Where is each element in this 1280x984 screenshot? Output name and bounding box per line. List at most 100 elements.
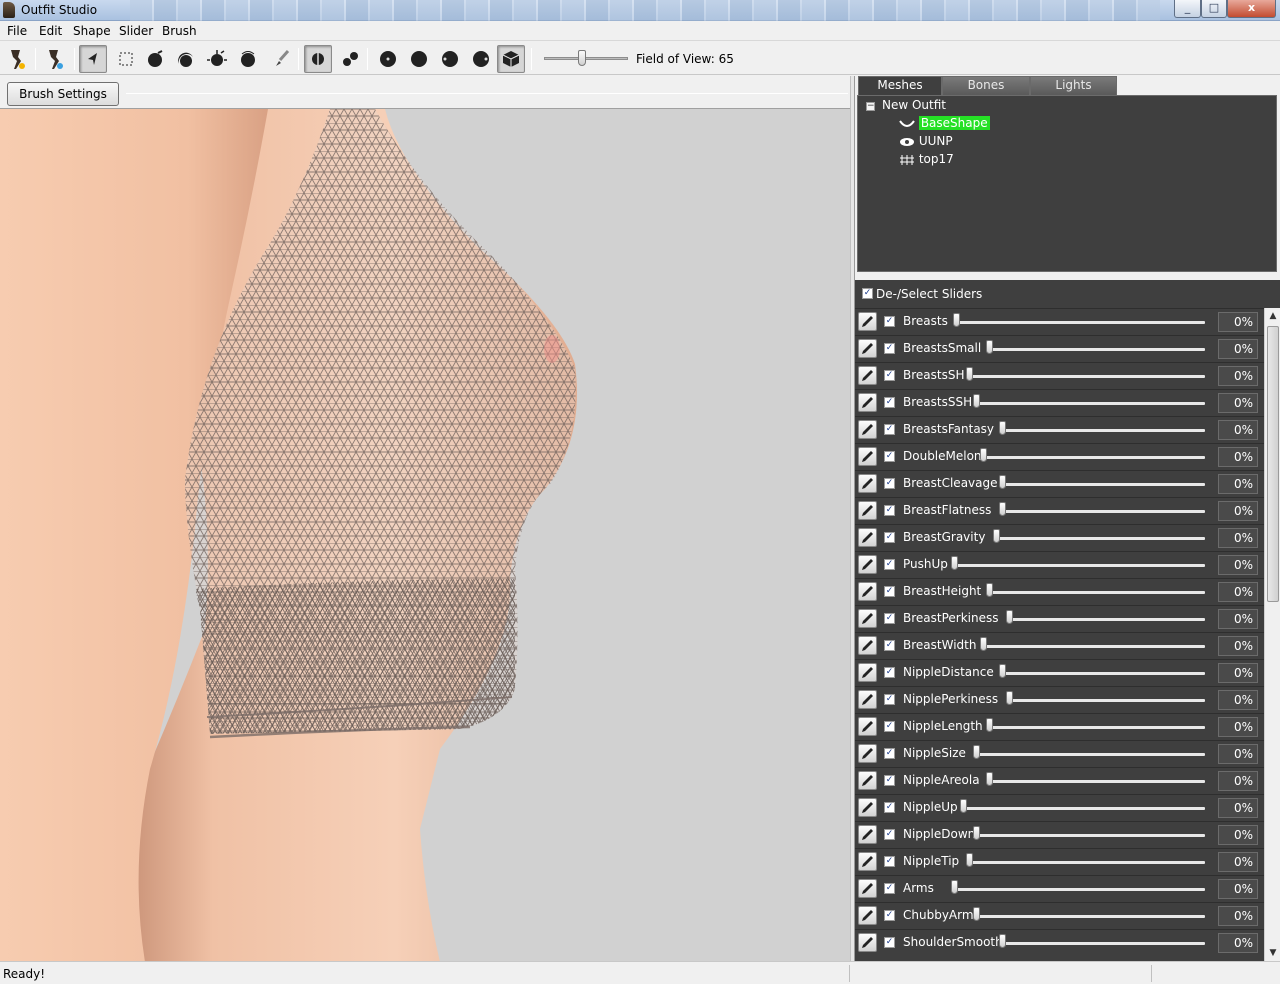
slider-checkbox[interactable]: ✓: [884, 775, 895, 786]
edit-slider-button[interactable]: [858, 825, 877, 844]
slider-checkbox[interactable]: ✓: [884, 586, 895, 597]
slider-thumb[interactable]: [959, 799, 967, 813]
tree-root[interactable]: New Outfit: [882, 98, 946, 112]
mask-tool[interactable]: [112, 45, 140, 73]
slider-track[interactable]: [959, 807, 1205, 810]
select-tool[interactable]: [79, 45, 107, 73]
menu-shape[interactable]: Shape: [73, 24, 111, 38]
scroll-down-icon[interactable]: ▼: [1265, 945, 1280, 961]
select-all-checkbox[interactable]: ✓: [862, 288, 873, 299]
slider-thumb[interactable]: [951, 556, 958, 570]
edit-slider-button[interactable]: [858, 420, 877, 439]
edit-slider-button[interactable]: [858, 474, 877, 493]
mesh-item-baseshape[interactable]: BaseShape: [899, 116, 990, 130]
slider-thumb[interactable]: [999, 421, 1007, 435]
slider-track[interactable]: [951, 888, 1205, 891]
deflate-tool[interactable]: [172, 45, 200, 73]
slider-value-input[interactable]: 0%: [1218, 771, 1258, 791]
slider-checkbox[interactable]: ✓: [884, 505, 895, 516]
slider-value-input[interactable]: 0%: [1218, 501, 1258, 521]
slider-checkbox[interactable]: ✓: [884, 721, 895, 732]
slider-value-input[interactable]: 0%: [1218, 528, 1258, 548]
scrollbar-thumb[interactable]: [1267, 326, 1279, 602]
slider-track[interactable]: [999, 483, 1205, 486]
slider-value-input[interactable]: 0%: [1218, 339, 1258, 359]
edit-slider-button[interactable]: [858, 609, 877, 628]
slider-checkbox[interactable]: ✓: [884, 451, 895, 462]
view-right-tool[interactable]: [467, 45, 495, 73]
slider-checkbox[interactable]: ✓: [884, 559, 895, 570]
minimize-button[interactable]: _: [1174, 0, 1201, 18]
edit-slider-button[interactable]: [858, 933, 877, 952]
view-front-tool[interactable]: [374, 45, 402, 73]
inflate-tool[interactable]: [141, 45, 169, 73]
edit-slider-button[interactable]: [858, 798, 877, 817]
slider-track[interactable]: [973, 402, 1205, 405]
slider-thumb[interactable]: [999, 502, 1007, 516]
slider-thumb[interactable]: [992, 529, 1000, 543]
slider-thumb[interactable]: [973, 394, 980, 408]
slider-value-input[interactable]: 0%: [1218, 420, 1258, 440]
slider-value-input[interactable]: 0%: [1218, 798, 1258, 818]
x-mirror-toggle[interactable]: [304, 45, 332, 73]
slider-checkbox[interactable]: ✓: [884, 883, 895, 894]
slider-track[interactable]: [986, 591, 1205, 594]
slider-value-input[interactable]: 0%: [1218, 906, 1258, 926]
slider-track[interactable]: [999, 429, 1205, 432]
slider-checkbox[interactable]: ✓: [884, 424, 895, 435]
edit-slider-button[interactable]: [858, 879, 877, 898]
edit-slider-button[interactable]: [858, 744, 877, 763]
slider-track[interactable]: [966, 861, 1205, 864]
slider-checkbox[interactable]: ✓: [884, 397, 895, 408]
maximize-button[interactable]: □: [1201, 0, 1227, 18]
slider-thumb[interactable]: [973, 745, 980, 759]
edit-slider-button[interactable]: [858, 906, 877, 925]
edit-slider-button[interactable]: [858, 447, 877, 466]
slider-track[interactable]: [986, 726, 1205, 729]
edit-slider-button[interactable]: [858, 555, 877, 574]
slider-checkbox[interactable]: ✓: [884, 694, 895, 705]
tab-meshes[interactable]: Meshes: [858, 76, 942, 95]
view-back-tool[interactable]: [405, 45, 433, 73]
slider-thumb[interactable]: [1006, 691, 1013, 705]
move-tool[interactable]: [203, 45, 231, 73]
slider-checkbox[interactable]: ✓: [884, 316, 895, 327]
slider-checkbox[interactable]: ✓: [884, 748, 895, 759]
slider-thumb[interactable]: [986, 340, 994, 354]
slider-thumb[interactable]: [1006, 610, 1013, 624]
slider-checkbox[interactable]: ✓: [884, 370, 895, 381]
3d-viewport[interactable]: [0, 108, 850, 961]
slider-value-input[interactable]: 0%: [1218, 582, 1258, 602]
slider-track[interactable]: [979, 645, 1205, 648]
slider-checkbox[interactable]: ✓: [884, 937, 895, 948]
slider-track[interactable]: [999, 942, 1205, 945]
fov-slider-track[interactable]: [544, 57, 628, 60]
slider-thumb[interactable]: [986, 772, 994, 786]
slider-scrollbar[interactable]: ▲ ▼: [1264, 308, 1280, 961]
menu-file[interactable]: File: [7, 24, 27, 38]
slider-track[interactable]: [953, 321, 1205, 324]
slider-checkbox[interactable]: ✓: [884, 532, 895, 543]
slider-value-input[interactable]: 0%: [1218, 447, 1258, 467]
load-reference-tool[interactable]: [41, 45, 69, 73]
slider-value-input[interactable]: 0%: [1218, 744, 1258, 764]
slider-thumb[interactable]: [953, 313, 961, 327]
slider-checkbox[interactable]: ✓: [884, 640, 895, 651]
edit-slider-button[interactable]: [858, 663, 877, 682]
collapse-icon[interactable]: −: [866, 102, 875, 111]
perspective-toggle[interactable]: [497, 45, 525, 73]
tab-lights[interactable]: Lights: [1030, 76, 1117, 95]
slider-thumb[interactable]: [951, 880, 958, 894]
slider-track[interactable]: [1006, 699, 1205, 702]
edit-slider-button[interactable]: [858, 366, 877, 385]
tab-bones[interactable]: Bones: [942, 76, 1030, 95]
slider-thumb[interactable]: [986, 583, 994, 597]
slider-track[interactable]: [992, 537, 1205, 540]
slider-track[interactable]: [986, 348, 1205, 351]
slider-value-input[interactable]: 0%: [1218, 393, 1258, 413]
edit-slider-button[interactable]: [858, 339, 877, 358]
slider-track[interactable]: [951, 564, 1205, 567]
slider-thumb[interactable]: [999, 664, 1007, 678]
view-left-tool[interactable]: [436, 45, 464, 73]
menu-slider[interactable]: Slider: [119, 24, 153, 38]
